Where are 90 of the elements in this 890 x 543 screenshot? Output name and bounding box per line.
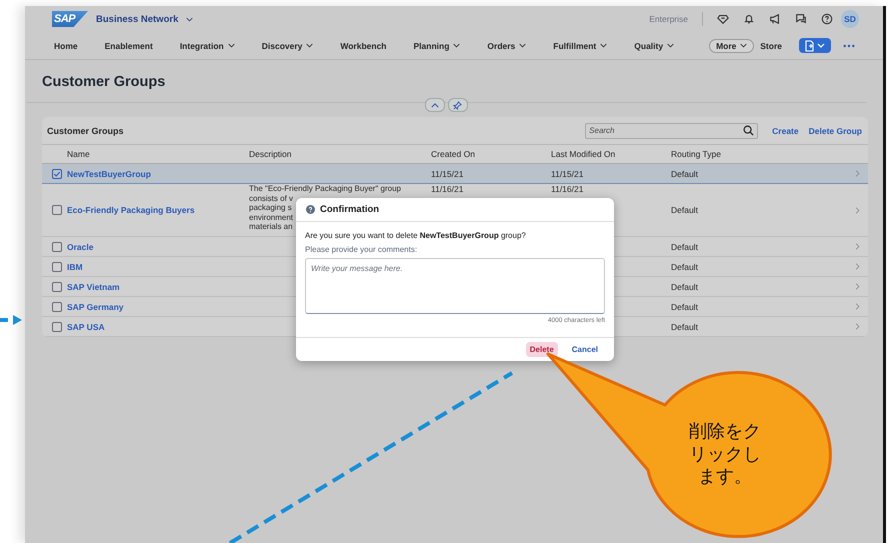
dashed-arrow	[0, 315, 22, 325]
chevron-icon[interactable]	[855, 323, 860, 330]
description-line: environment	[249, 212, 294, 222]
table-cell: 11/16/21	[551, 184, 584, 194]
caret-icon[interactable]	[186, 16, 194, 22]
cancel-button[interactable]: Cancel	[568, 342, 602, 357]
overflow-icon[interactable]	[843, 44, 855, 48]
logo[interactable]: SAP	[52, 11, 88, 27]
caret-icon[interactable]	[228, 43, 235, 48]
group-name-link[interactable]: SAP Vietnam	[67, 282, 249, 292]
table-cell: Default	[671, 282, 698, 292]
toolbar-link[interactable]: Create	[772, 126, 799, 136]
table-cell: Default	[671, 302, 698, 312]
caret-icon[interactable]	[306, 43, 314, 48]
row-checkbox[interactable]	[52, 282, 62, 292]
row-checkbox[interactable]	[52, 205, 62, 215]
create-menu-button[interactable]	[799, 38, 831, 53]
nav-item[interactable]: Integration	[180, 40, 235, 50]
table-cell: Default	[671, 322, 698, 332]
chevron-icon[interactable]	[855, 206, 860, 214]
group-name-link[interactable]: SAP Germany	[67, 302, 249, 312]
nav-item[interactable]: Planning	[414, 40, 460, 50]
row-checkbox[interactable]	[52, 322, 62, 332]
nav-item[interactable]: Fulfillment	[553, 40, 608, 50]
caret-icon[interactable]	[519, 43, 526, 48]
description-line: packaging s	[249, 203, 292, 212]
help-icon	[306, 205, 315, 214]
enterprise-label: Enterprise	[649, 14, 688, 24]
group-name-link[interactable]: IBM	[67, 262, 249, 272]
caret-icon[interactable]	[453, 43, 460, 48]
nav-item[interactable]: Orders	[487, 40, 526, 50]
row-checkbox[interactable]	[52, 262, 62, 272]
row-checkbox[interactable]	[52, 242, 62, 252]
pin-icon[interactable]	[453, 100, 462, 110]
caret-icon[interactable]	[740, 43, 748, 48]
nav-item[interactable]: Home	[54, 40, 78, 50]
chevron-icon[interactable]	[855, 303, 860, 310]
more-button[interactable]: More	[709, 38, 754, 52]
column-header: Last Modified On	[551, 149, 616, 159]
group-name-link[interactable]: Oracle	[67, 242, 249, 252]
nav-item[interactable]: Enablement	[104, 40, 153, 50]
chevron-icon[interactable]	[855, 263, 860, 270]
dialog-title: Confirmation	[320, 204, 380, 215]
description-line: materials an	[249, 222, 293, 232]
group-name-link[interactable]: SAP USA	[67, 322, 249, 332]
column-header: Name	[67, 149, 91, 159]
comment-label: Please provide your comments:	[305, 245, 418, 254]
page-title: Customer Groups	[42, 73, 166, 92]
group-name-link[interactable]: Eco-Friendly Packaging Buyers	[67, 205, 249, 215]
table-cell: Default	[671, 262, 698, 272]
description-line: consists of v	[249, 194, 294, 203]
table-cell: 11/16/21	[431, 184, 464, 194]
caret-icon[interactable]	[430, 102, 438, 108]
chevron-icon[interactable]	[855, 243, 860, 250]
help-icon[interactable]	[821, 13, 833, 25]
confirmation-message: Are you sure you want to delete NewTestBuyerGroup group?	[305, 231, 527, 240]
delete-button[interactable]: Delete	[526, 342, 558, 357]
nav-item[interactable]: Discovery	[262, 40, 314, 50]
column-header: Created On	[431, 149, 476, 159]
pin-button[interactable]	[448, 98, 468, 112]
description-line: The "Eco-Friendly Packaging Buyer" group	[249, 184, 401, 194]
chat-icon[interactable]	[795, 13, 807, 25]
callout-text: 削除をクリックします。	[689, 421, 761, 488]
user-avatar[interactable]: SD	[841, 10, 859, 28]
product-menu[interactable]: Business Network	[96, 14, 194, 24]
table-title: Customer Groups	[47, 126, 124, 136]
megaphone-icon[interactable]	[769, 13, 781, 25]
bell-icon[interactable]	[743, 13, 755, 25]
search-field[interactable]: Search	[585, 122, 758, 138]
table-cell: 11/15/21	[551, 168, 584, 178]
group-name-link[interactable]: NewTestBuyerGroup	[67, 168, 249, 178]
row-checkbox[interactable]	[52, 302, 62, 312]
nav-item[interactable]: Quality	[634, 40, 674, 50]
diamond-icon[interactable]	[717, 13, 729, 25]
table-cell: Default	[671, 242, 698, 252]
table-cell: Default	[671, 205, 698, 215]
table-cell: Default	[671, 168, 698, 178]
search-icon[interactable]	[743, 124, 754, 136]
column-header: Description	[249, 149, 293, 159]
table-cell: 11/15/21	[431, 168, 464, 178]
collapse-button[interactable]	[424, 98, 444, 112]
row-checkbox[interactable]	[52, 168, 62, 178]
caret-icon[interactable]	[600, 43, 608, 48]
comment-field[interactable]: Write your message here.	[305, 258, 605, 314]
chevron-icon[interactable]	[855, 283, 860, 290]
store-link[interactable]: Store	[760, 40, 782, 50]
column-header: Routing Type	[671, 149, 722, 159]
caret-icon[interactable]	[667, 43, 674, 48]
nav-item[interactable]: Workbench	[340, 40, 387, 50]
toolbar-link[interactable]: Delete Group	[808, 126, 862, 136]
